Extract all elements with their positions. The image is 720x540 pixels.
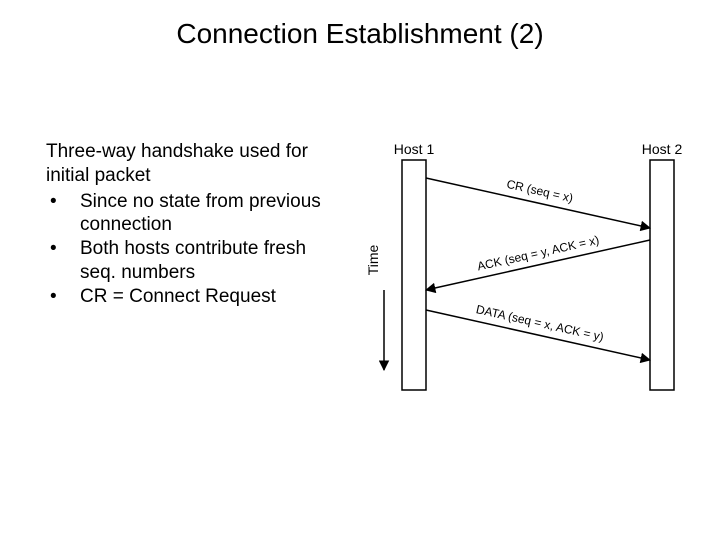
- bullet-item: Both hosts contribute fresh seq. numbers: [46, 237, 346, 285]
- time-label: Time: [365, 244, 381, 275]
- handshake-diagram: Host 1 Host 2 Time CR (seq = x) ACK (seq…: [364, 140, 694, 400]
- lead-text: Three-way handshake used for initial pac…: [46, 140, 346, 188]
- bullet-item: CR = Connect Request: [46, 285, 346, 309]
- host2-label: Host 2: [642, 141, 683, 157]
- bullet-list: Since no state from previous connection …: [46, 190, 346, 309]
- slide: Connection Establishment (2) Three-way h…: [0, 0, 720, 540]
- body-text: Three-way handshake used for initial pac…: [46, 140, 346, 308]
- msg1-label: CR (seq = x): [505, 177, 574, 205]
- host2-timeline: [650, 160, 674, 390]
- host1-timeline: [402, 160, 426, 390]
- bullet-item: Since no state from previous connection: [46, 190, 346, 238]
- host1-label: Host 1: [394, 141, 435, 157]
- slide-title: Connection Establishment (2): [0, 18, 720, 50]
- time-axis: Time: [365, 244, 384, 370]
- msg2-label: ACK (seq = y, ACK = x): [476, 233, 601, 274]
- msg3-label: DATA (seq = x, ACK = y): [475, 302, 605, 344]
